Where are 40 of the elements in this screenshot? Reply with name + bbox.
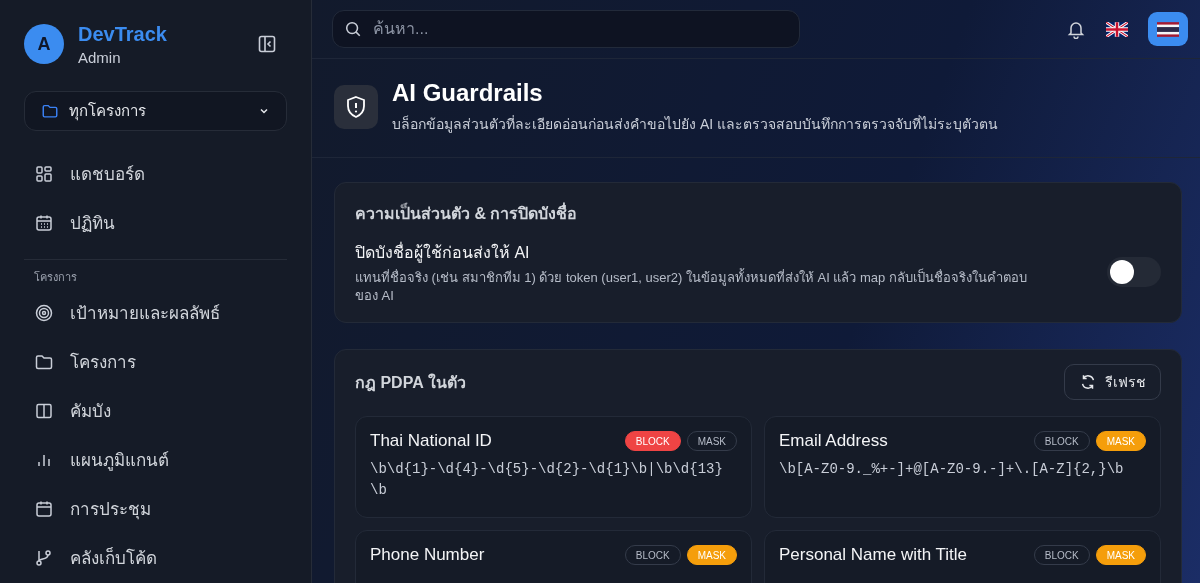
rule-name: Phone Number <box>370 545 485 566</box>
setting-description: แทนที่ชื่อจริง (เช่น สมาชิกทีม 1) ด้วย token (user1, user2) ในข้อมูลทั้งหมดที่ส่งให้ AI แล้ว map กลับเป็นชื่อจริงในคำตอบของ AI <box>355 269 1028 305</box>
notification-bell-icon[interactable] <box>1066 19 1086 39</box>
page-subtitle: บล็อกข้อมูลส่วนตัวที่ละเอียดอ่อนก่อนส่งคำขอไปยัง AI และตรวจสอบบันทึกการตรวจจับที่ไม่ระบุตัวตน <box>392 114 998 135</box>
regex-pattern: \b\d{1}-\d{4}-\d{5}-\d{2}-\d{1}\b|\b\d{13}\b <box>370 460 724 501</box>
rule-name: Thai National ID <box>370 431 492 452</box>
nav-item[interactable]: ปฏิทิน <box>24 198 287 247</box>
language-button[interactable] <box>1148 12 1188 46</box>
regex-pattern: \b[A-Z0-9._%+-]+@[A-Z0-9.-]+\.[A-Z]{2,}\b <box>779 460 1125 480</box>
avatar: A <box>24 24 64 64</box>
page-title: AI Guardrails <box>392 79 544 107</box>
rule-name: Personal Name with Title <box>779 545 968 566</box>
nav-item[interactable]: คัมบัง <box>24 386 287 435</box>
action-chip[interactable]: BLOCK <box>624 431 681 452</box>
refresh-button[interactable]: รีเฟรช <box>1064 364 1161 401</box>
project-picker[interactable]: ทุกโครงการ <box>24 91 287 131</box>
card-title: กฎ PDPA ในตัว <box>355 372 466 394</box>
nav-item[interactable]: เป้าหมายและผลลัพธ์ <box>24 288 287 337</box>
nav-item[interactable]: โครงการ <box>24 337 287 386</box>
nav-item[interactable]: แผนภูมิแกนต์ <box>24 435 287 484</box>
shield-icon <box>334 85 378 129</box>
dashboard-icon <box>34 163 54 184</box>
section-heading: โครงการ <box>33 270 78 285</box>
flag-icon <box>1157 21 1179 37</box>
toggle-switch[interactable] <box>1107 257 1161 288</box>
nav-item[interactable]: การประชุม <box>24 484 287 533</box>
flag-icon <box>1106 21 1128 37</box>
folder-icon <box>41 102 59 120</box>
refresh-icon <box>1079 373 1097 392</box>
target-icon <box>34 302 54 323</box>
setting-label: ปิดบังชื่อผู้ใช้ก่อนส่งให้ AI <box>355 244 530 261</box>
nav-item[interactable]: คลังเก็บโค้ด <box>24 533 287 582</box>
collapse-sidebar-icon[interactable] <box>257 34 277 54</box>
search-field[interactable]: ค้นหา... <box>332 10 800 48</box>
branch-icon <box>34 547 54 568</box>
nav-item[interactable]: แดชบอร์ด <box>24 149 287 198</box>
card-title: ความเป็นส่วนตัว & การปิดบังชื่อ <box>355 201 1161 226</box>
app-name: DevTrack <box>78 22 168 46</box>
user-role: Admin <box>78 48 122 66</box>
rule-name: Email Address <box>779 431 888 452</box>
